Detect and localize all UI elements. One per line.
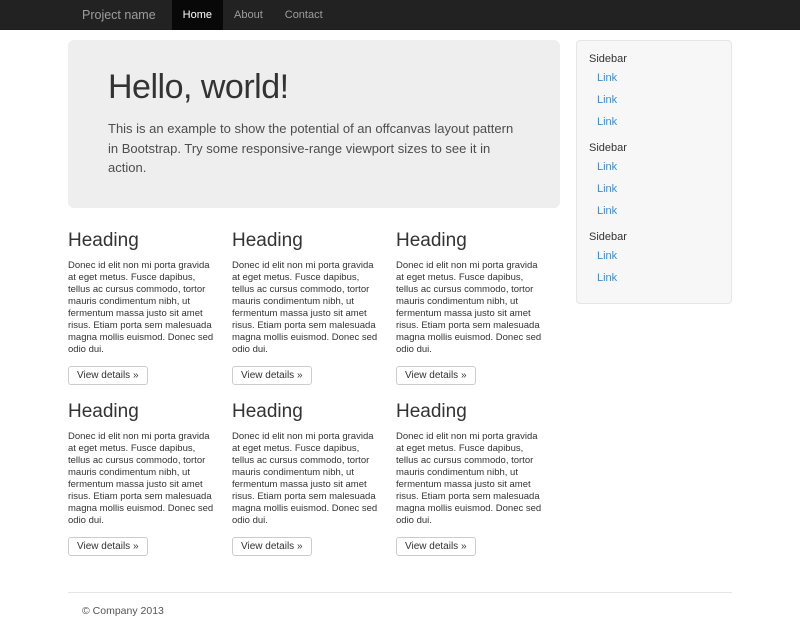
view-details-button[interactable]: View details » [396, 366, 476, 385]
sidebar-group-title: Sidebar [589, 142, 719, 154]
page-container: Hello, world! This is an example to show… [68, 30, 732, 637]
nav-item-contact[interactable]: Contact [274, 0, 334, 30]
sidebar: Sidebar Link Link Link Sidebar Link Link… [576, 40, 732, 304]
sidebar-group-1: Sidebar Link Link Link [589, 53, 719, 133]
sidebar-group-title: Sidebar [589, 53, 719, 65]
card-text: Donec id elit non mi porta gravida at eg… [68, 260, 216, 356]
jumbotron: Hello, world! This is an example to show… [68, 40, 560, 208]
card-text: Donec id elit non mi porta gravida at eg… [396, 431, 544, 527]
view-details-button[interactable]: View details » [68, 366, 148, 385]
sidebar-group-3: Sidebar Link Link [589, 231, 719, 289]
view-details-button[interactable]: View details » [232, 537, 312, 556]
jumbotron-title: Hello, world! [108, 68, 520, 107]
sidebar-link[interactable]: Link [589, 89, 719, 111]
card-heading: Heading [68, 401, 216, 423]
footer: © Company 2013 [68, 592, 732, 637]
card-heading: Heading [68, 230, 216, 252]
sidebar-link[interactable]: Link [589, 267, 719, 289]
sidebar-link[interactable]: Link [589, 67, 719, 89]
sidebar-link[interactable]: Link [589, 245, 719, 267]
sidebar-link[interactable]: Link [589, 200, 719, 222]
sidebar-group-2: Sidebar Link Link Link [589, 142, 719, 222]
card-text: Donec id elit non mi porta gravida at eg… [232, 431, 380, 527]
cards-row-1: Heading Donec id elit non mi porta gravi… [68, 230, 560, 385]
card-5: Heading Donec id elit non mi porta gravi… [232, 401, 380, 556]
card-6: Heading Donec id elit non mi porta gravi… [396, 401, 544, 556]
card-3: Heading Donec id elit non mi porta gravi… [396, 230, 544, 385]
card-heading: Heading [232, 230, 380, 252]
nav-item-home[interactable]: Home [172, 0, 223, 30]
copyright-text: © Company 2013 [82, 605, 732, 617]
main-row: Hello, world! This is an example to show… [68, 40, 732, 572]
card-text: Donec id elit non mi porta gravida at eg… [68, 431, 216, 527]
navbar-container: Project name Home About Contact [68, 0, 732, 30]
card-heading: Heading [396, 401, 544, 423]
card-heading: Heading [232, 401, 380, 423]
card-heading: Heading [396, 230, 544, 252]
card-1: Heading Donec id elit non mi porta gravi… [68, 230, 216, 385]
sidebar-link[interactable]: Link [589, 178, 719, 200]
view-details-button[interactable]: View details » [68, 537, 148, 556]
view-details-button[interactable]: View details » [396, 537, 476, 556]
card-text: Donec id elit non mi porta gravida at eg… [232, 260, 380, 356]
sidebar-link[interactable]: Link [589, 111, 719, 133]
card-2: Heading Donec id elit non mi porta gravi… [232, 230, 380, 385]
navbar-brand[interactable]: Project name [68, 0, 172, 30]
view-details-button[interactable]: View details » [232, 366, 312, 385]
sidebar-group-title: Sidebar [589, 231, 719, 243]
jumbotron-text: This is an example to show the potential… [108, 119, 520, 178]
nav-item-about[interactable]: About [223, 0, 274, 30]
main-content: Hello, world! This is an example to show… [68, 40, 560, 572]
card-4: Heading Donec id elit non mi porta gravi… [68, 401, 216, 556]
cards-row-2: Heading Donec id elit non mi porta gravi… [68, 401, 560, 556]
navbar-nav: Home About Contact [172, 0, 334, 30]
navbar: Project name Home About Contact [0, 0, 800, 30]
card-text: Donec id elit non mi porta gravida at eg… [396, 260, 544, 356]
sidebar-link[interactable]: Link [589, 156, 719, 178]
